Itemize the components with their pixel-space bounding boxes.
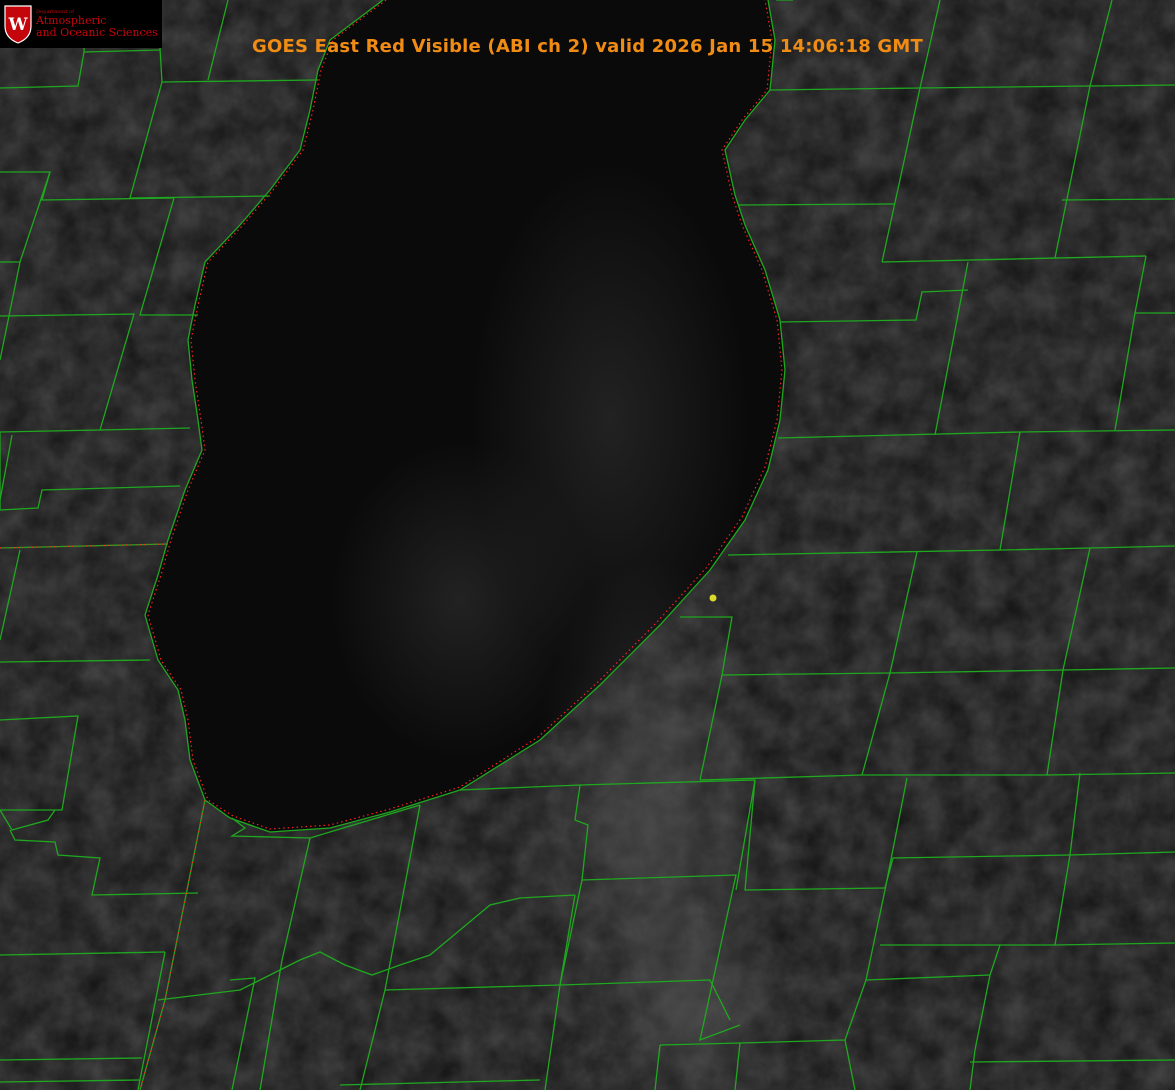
logo-name-line1: Atmospheric: [36, 14, 107, 28]
svg-text:W: W: [7, 15, 28, 35]
map-title: GOES East Red Visible (ABI ch 2) valid 2…: [251, 36, 923, 57]
logo-text: Department of Atmospheric and Oceanic Sc…: [36, 9, 158, 38]
location-marker: [709, 594, 717, 602]
satellite-map: [0, 0, 1175, 1090]
